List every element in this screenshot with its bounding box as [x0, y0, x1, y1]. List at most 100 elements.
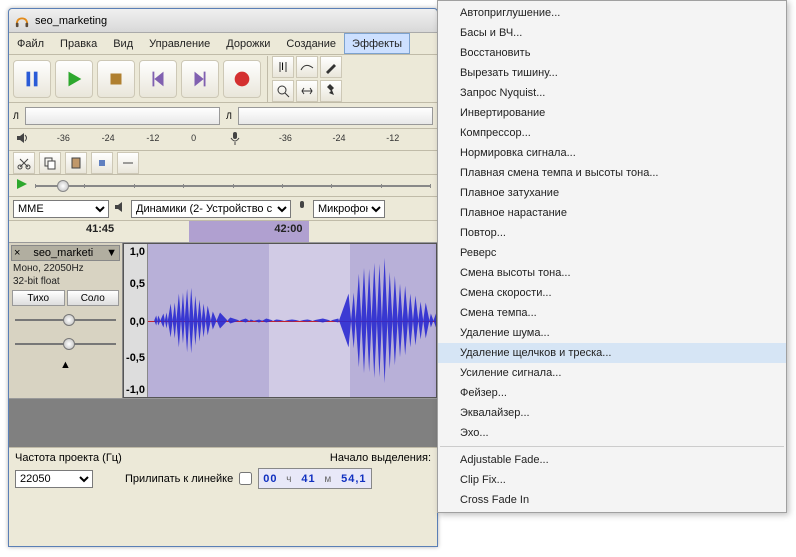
waveform-track[interactable]: 1,0 0,5 0,0 -0,5 -1,0: [123, 243, 437, 398]
titlebar[interactable]: seo_marketing: [9, 9, 437, 33]
speaker-icon: [15, 131, 29, 148]
device-toolbar: MME Динамики (2- Устройство с п Микрофон…: [9, 197, 437, 221]
selection-start-time[interactable]: 00 ч 41 м 54,1: [258, 468, 371, 489]
effects-menu-item[interactable]: Смена скорости...: [438, 283, 786, 303]
close-track-icon[interactable]: ×: [14, 247, 20, 259]
effects-menu-item[interactable]: Компрессор...: [438, 123, 786, 143]
effects-menu-item[interactable]: Фейзер...: [438, 383, 786, 403]
collapse-track-icon[interactable]: ▲: [11, 359, 120, 371]
effects-menu-item[interactable]: Удаление шума...: [438, 323, 786, 343]
draw-tool[interactable]: [320, 56, 342, 78]
effects-menu-item[interactable]: Удаление щелчков и треска...: [438, 343, 786, 363]
effects-menu-item[interactable]: Повтор...: [438, 223, 786, 243]
paste-button[interactable]: [65, 152, 87, 174]
input-meter[interactable]: [238, 107, 433, 125]
envelope-tool[interactable]: [296, 56, 318, 78]
record-db-scale: -36 -24 -12: [252, 133, 431, 147]
pause-button[interactable]: [13, 60, 51, 98]
track-area: × seo_marketi ▼ Моно, 22050Hz 32-bit flo…: [9, 243, 437, 399]
menu-control[interactable]: Управление: [141, 33, 218, 54]
effects-menu-item[interactable]: Плавная смена темпа и высоты тона...: [438, 163, 786, 183]
mic-icon: [228, 131, 242, 148]
window-title: seo_marketing: [35, 15, 107, 27]
menubar: Файл Правка Вид Управление Дорожки Созда…: [9, 33, 437, 55]
effects-menu-item[interactable]: Автоприглушение...: [438, 3, 786, 23]
meter-label-left: Л: [13, 111, 19, 121]
effects-menu-item[interactable]: Басы и ВЧ...: [438, 23, 786, 43]
track-format: 32-bit float: [11, 276, 120, 287]
snap-to-checkbox[interactable]: [239, 472, 252, 485]
effects-menu-item[interactable]: Эхо...: [438, 423, 786, 443]
trim-button[interactable]: [91, 152, 113, 174]
effects-menu-item[interactable]: Cross Fade In: [438, 490, 786, 510]
effects-menu: Автоприглушение...Басы и ВЧ...Восстанови…: [437, 0, 787, 513]
menu-generate[interactable]: Создание: [278, 33, 344, 54]
timeshift-tool[interactable]: [296, 80, 318, 102]
project-rate-label: Частота проекта (Гц): [15, 452, 122, 464]
play-small-icon[interactable]: [15, 177, 29, 194]
input-device-select[interactable]: Микрофон (2: [313, 200, 385, 218]
menu-file[interactable]: Файл: [9, 33, 52, 54]
effects-menu-item[interactable]: Плавное нарастание: [438, 203, 786, 223]
track-name-dropdown[interactable]: × seo_marketi ▼: [11, 245, 120, 261]
effects-menu-item[interactable]: Вырезать тишину...: [438, 63, 786, 83]
empty-track-area[interactable]: [9, 399, 437, 447]
mic-icon: [295, 200, 309, 217]
silence-button[interactable]: [117, 152, 139, 174]
multi-tool[interactable]: [320, 80, 342, 102]
menu-tracks[interactable]: Дорожки: [218, 33, 278, 54]
meter-label-left2: Л: [226, 111, 232, 121]
playback-db-scale: -36 -24 -12 0: [39, 133, 218, 147]
app-icon: [15, 14, 29, 28]
zoom-tool[interactable]: [272, 80, 294, 102]
transport-toolbar: I: [9, 55, 437, 103]
waveform-canvas[interactable]: [148, 244, 436, 397]
copy-button[interactable]: [39, 152, 61, 174]
audio-host-select[interactable]: MME: [13, 200, 109, 218]
effects-menu-item[interactable]: Нормировка сигнала...: [438, 143, 786, 163]
snap-to-label: Прилипать к линейке: [125, 473, 233, 485]
playback-speed-slider[interactable]: [35, 182, 431, 190]
edit-tools: I: [267, 56, 342, 102]
menu-separator: [440, 446, 784, 447]
track-name: seo_marketi: [33, 247, 93, 259]
menu-view[interactable]: Вид: [105, 33, 141, 54]
timeline-ruler[interactable]: 41:45 42:00: [9, 221, 437, 243]
dropdown-icon[interactable]: ▼: [106, 247, 117, 259]
effects-menu-item[interactable]: Adjustable Fade...: [438, 450, 786, 470]
track-header[interactable]: × seo_marketi ▼ Моно, 22050Hz 32-bit flo…: [9, 243, 123, 398]
menu-edit[interactable]: Правка: [52, 33, 105, 54]
skip-end-button[interactable]: [181, 60, 219, 98]
effects-menu-item[interactable]: Реверс: [438, 243, 786, 263]
audacity-window: seo_marketing Файл Правка Вид Управление…: [8, 8, 438, 547]
output-device-select[interactable]: Динамики (2- Устройство с п: [131, 200, 291, 218]
gain-slider[interactable]: [15, 313, 116, 327]
play-button[interactable]: [55, 60, 93, 98]
effects-menu-item[interactable]: Инвертирование: [438, 103, 786, 123]
volume-sliders-row: -36 -24 -12 0 -36 -24 -12: [9, 129, 437, 151]
effects-menu-item[interactable]: Смена темпа...: [438, 303, 786, 323]
svg-text:I: I: [281, 61, 284, 73]
selection-tool[interactable]: I: [272, 56, 294, 78]
effects-menu-item[interactable]: Плавное затухание: [438, 183, 786, 203]
project-rate-select[interactable]: 22050: [15, 470, 93, 488]
output-meter-row: Л Л: [9, 103, 437, 129]
effects-menu-item[interactable]: Смена высоты тона...: [438, 263, 786, 283]
solo-button[interactable]: Соло: [67, 290, 120, 306]
play-at-speed-row: [9, 175, 437, 197]
pan-slider[interactable]: [15, 337, 116, 351]
effects-menu-item[interactable]: Эквалайзер...: [438, 403, 786, 423]
record-button[interactable]: [223, 60, 261, 98]
mute-button[interactable]: Тихо: [12, 290, 65, 306]
stop-button[interactable]: [97, 60, 135, 98]
effects-menu-item[interactable]: Запрос Nyquist...: [438, 83, 786, 103]
cut-button[interactable]: [13, 152, 35, 174]
skip-start-button[interactable]: [139, 60, 177, 98]
effects-menu-item[interactable]: Восстановить: [438, 43, 786, 63]
clip-toolbar: [9, 151, 437, 175]
output-meter[interactable]: [25, 107, 220, 125]
speaker-icon: [113, 200, 127, 217]
effects-menu-item[interactable]: Усиление сигнала...: [438, 363, 786, 383]
menu-effects[interactable]: Эффекты: [344, 33, 410, 54]
effects-menu-item[interactable]: Clip Fix...: [438, 470, 786, 490]
